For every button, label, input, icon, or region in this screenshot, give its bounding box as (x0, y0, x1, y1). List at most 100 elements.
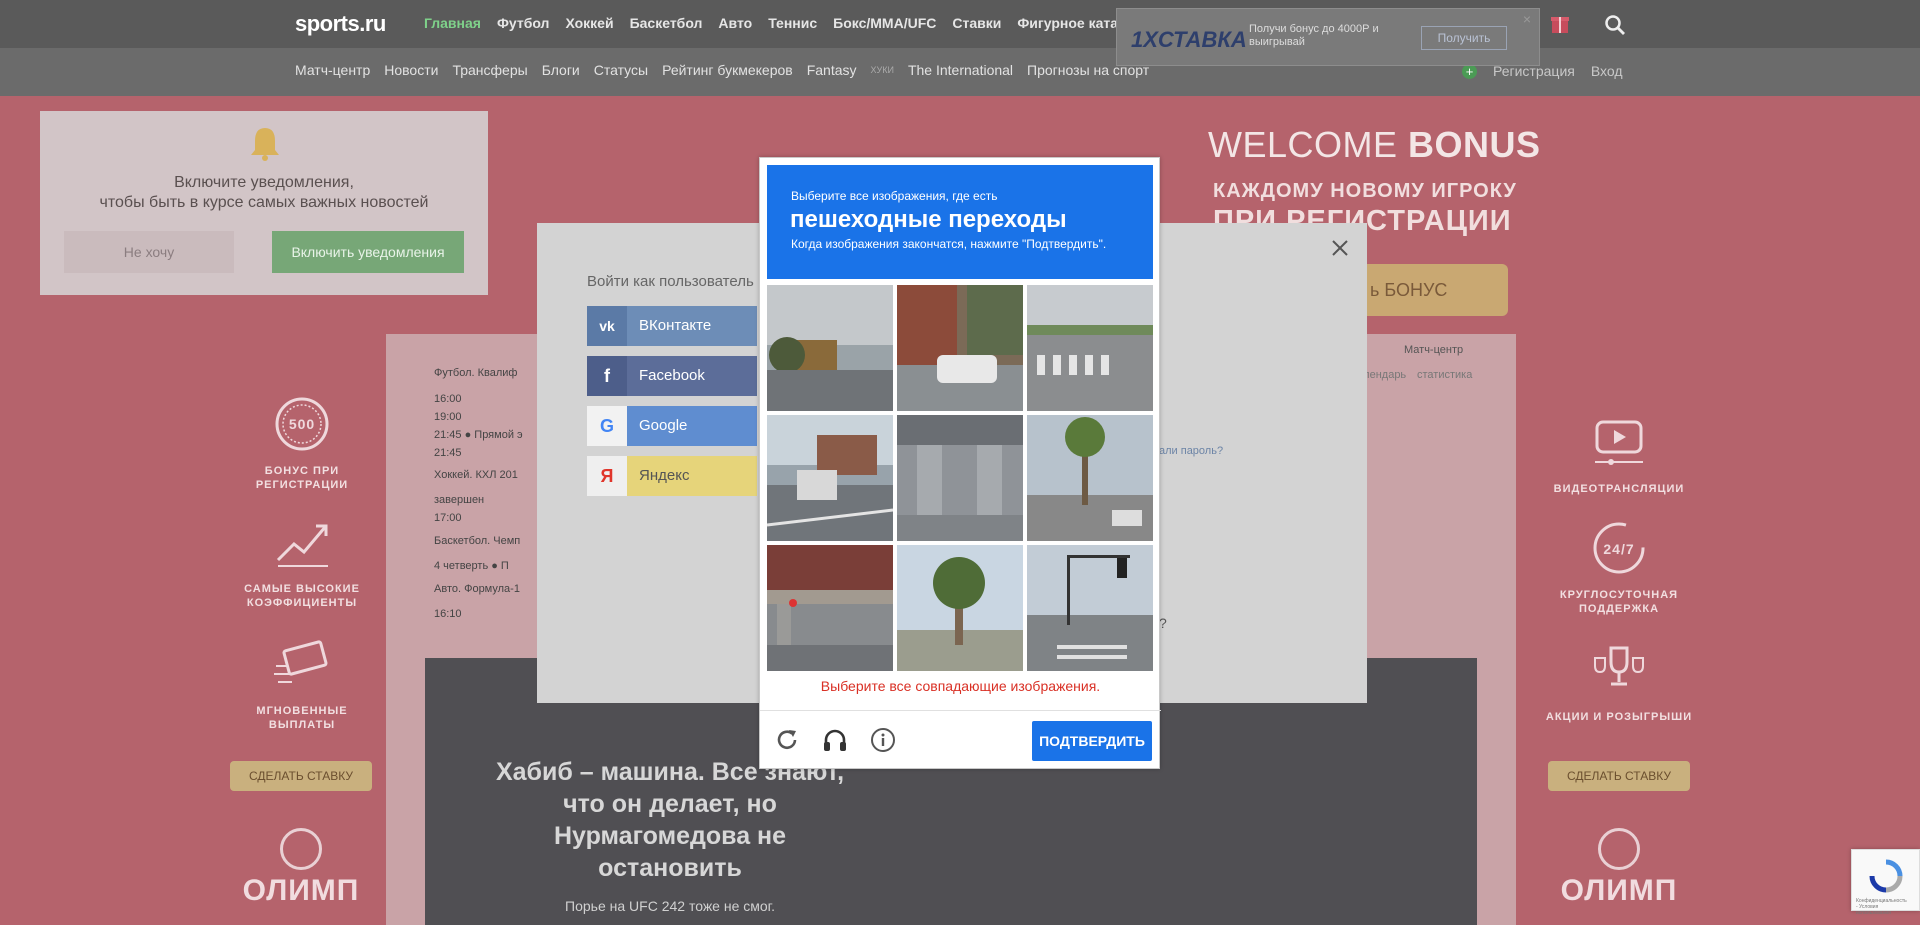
match-center-link[interactable]: Матч-центр (1404, 344, 1463, 356)
decline-notifications-button[interactable]: Не хочу (64, 231, 234, 273)
captcha-tile-4[interactable] (767, 415, 893, 541)
captcha-tile-8[interactable] (897, 545, 1023, 671)
login-google-button[interactable]: G Google (587, 406, 757, 446)
bonus-500-label: 500 (289, 416, 315, 432)
match-row[interactable]: 21:45 ● Прямой э (434, 429, 523, 441)
match-row[interactable]: Хоккей. КХЛ 201 (434, 469, 518, 481)
ad-close-icon[interactable]: × (1523, 11, 1531, 27)
captcha-tile-9[interactable] (1027, 545, 1153, 671)
captcha-tile-3[interactable] (1027, 285, 1153, 411)
recaptcha-badge[interactable]: Конфиденциальность - Условия использован… (1851, 849, 1920, 916)
subnav-item[interactable]: Матч-центр (295, 62, 370, 78)
recaptcha-badge-text: Конфиденциальность - Условия использован… (1856, 898, 1907, 916)
login-link[interactable]: Вход (1591, 63, 1623, 79)
match-row[interactable]: завершен (434, 494, 484, 506)
subnav-item[interactable]: Рейтинг букмекеров (662, 62, 793, 78)
welcome-bonus-heading: WELCOME BONUS (1208, 124, 1541, 165)
login-yandex-button[interactable]: Я Яндекс (587, 456, 757, 496)
nav-item[interactable]: Футбол (497, 15, 550, 31)
notification-message: Включите уведомления, чтобы быть в курсе… (99, 174, 429, 211)
match-row[interactable]: 17:00 (434, 512, 462, 524)
olimp-ring-icon (280, 828, 322, 870)
match-row[interactable]: Футбол. Квалиф (434, 367, 517, 379)
make-bet-button-left[interactable]: СДЕЛАТЬ СТАВКУ (230, 761, 372, 791)
nav-item[interactable]: Теннис (768, 15, 817, 31)
olimp-ring-icon (1598, 828, 1640, 870)
feature-label: МГНОВЕННЫЕ ВЫПЛАТЫ (256, 705, 348, 731)
yandex-icon: Я (587, 456, 627, 496)
captcha-tile-2[interactable] (897, 285, 1023, 411)
login-question: ? (1159, 615, 1167, 631)
enable-notifications-button[interactable]: Включить уведомления (272, 231, 464, 273)
nav-item[interactable]: Главная (424, 15, 481, 31)
cash-icon (274, 640, 328, 683)
clock-247-icon: 24/7 (1593, 522, 1645, 574)
hero-title[interactable]: Хабиб – машина. Все знают, что он делает… (490, 756, 850, 884)
forgot-password-link[interactable]: али пароль? (1159, 445, 1223, 457)
match-row[interactable]: 21:45 (434, 447, 462, 459)
nav-item[interactable]: Ставки (952, 15, 1001, 31)
captcha-footer: ПОДТВЕРДИТЬ (760, 710, 1161, 768)
login-vk-button[interactable]: vk ВКонтакте (587, 306, 757, 346)
nav-item[interactable]: Баскетбол (630, 15, 703, 31)
subnav-item[interactable]: Fantasy (807, 62, 857, 78)
nav-item[interactable]: Бокс/ММА/UFC (833, 15, 936, 31)
captcha-target: пешеходные переходы (790, 206, 1067, 233)
captcha-instructions: Выберите все изображения, где есть пешех… (767, 165, 1153, 279)
subnav-item[interactable]: Трансферы (452, 62, 527, 78)
bonus-500-icon: 500 (275, 397, 329, 451)
vk-label: ВКонтакте (639, 317, 712, 334)
subnav-item[interactable]: Статусы (594, 62, 648, 78)
trophy-icon (1594, 646, 1644, 686)
match-row[interactable]: Баскетбол. Чемп (434, 535, 520, 547)
subnav-item[interactable]: Блоги (542, 62, 580, 78)
sub-bar: Матч-центр Новости Трансферы Блоги Статусы Ре… (0, 48, 1920, 96)
captcha-tile-1[interactable] (767, 285, 893, 411)
info-icon[interactable] (870, 727, 896, 753)
clock-247-label: 24/7 (1603, 541, 1634, 557)
audio-headphones-icon[interactable] (822, 727, 848, 753)
login-title: Войти как пользователь (587, 273, 754, 290)
match-row[interactable]: 4 четверть ● П (434, 560, 509, 572)
captcha-tile-6[interactable] (1027, 415, 1153, 541)
ad-get-button[interactable]: Получить (1421, 26, 1507, 50)
feature-label: АКЦИИ И РОЗЫГРЫШИ (1545, 711, 1693, 723)
close-icon[interactable] (1327, 235, 1353, 261)
captcha-tile-7[interactable] (767, 545, 893, 671)
captcha-image-grid (767, 285, 1153, 671)
subnav-badge: ХУКИ (870, 65, 894, 75)
recaptcha-challenge: Выберите все изображения, где есть пешех… (759, 157, 1161, 769)
ad-text: Получи бонус до 4000Р и выигрывай (1249, 23, 1379, 48)
match-row[interactable]: Авто. Формула-1 (434, 583, 520, 595)
feature-label: КРУГЛОСУТОЧНАЯ ПОДДЕРЖКА (1559, 589, 1679, 615)
olimp-logo-right: ОЛИМП (1554, 828, 1684, 908)
match-row[interactable]: 19:00 (434, 411, 462, 423)
site-logo[interactable]: sports.ru (295, 11, 386, 37)
feature-label: САМЫЕ ВЫСОКИЕ КОЭФФИЦИЕНТЫ (244, 583, 360, 609)
google-label: Google (639, 417, 688, 434)
feature-promos: АКЦИИ И РОЗЫГРЫШИ (1544, 642, 1694, 724)
subnav-item[interactable]: The International (908, 62, 1013, 78)
login-facebook-button[interactable]: f Facebook (587, 356, 757, 396)
match-row[interactable]: 16:10 (434, 608, 462, 620)
sub-nav: Матч-центр Новости Трансферы Блоги Статусы Ре… (295, 62, 1149, 78)
facebook-icon: f (587, 356, 627, 396)
video-icon (1595, 420, 1643, 465)
gift-icon[interactable] (1550, 12, 1570, 34)
subnav-item[interactable]: Новости (384, 62, 438, 78)
search-icon[interactable] (1604, 14, 1626, 36)
recaptcha-logo-icon (1869, 859, 1903, 893)
feature-video: ВИДЕОТРАНСЛЯЦИИ (1544, 414, 1694, 496)
verify-button[interactable]: ПОДТВЕРДИТЬ (1032, 721, 1152, 761)
ad-banner[interactable]: 1XСТАВКА Получи бонус до 4000Р и выигрыв… (1116, 8, 1540, 66)
match-row[interactable]: 16:00 (434, 393, 462, 405)
nav-item[interactable]: Хоккей (565, 15, 613, 31)
captcha-tile-5[interactable] (897, 415, 1023, 541)
nav-item[interactable]: Авто (718, 15, 752, 31)
make-bet-button-right[interactable]: СДЕЛАТЬ СТАВКУ (1548, 761, 1690, 791)
top-bar: sports.ru Главная Футбол Хоккей Баскетбол Ав… (0, 0, 1920, 48)
reload-icon[interactable] (774, 727, 800, 753)
stats-link[interactable]: статистика (1417, 369, 1472, 381)
olimp-logo-left: ОЛИМП (236, 828, 366, 908)
chart-up-icon (276, 524, 328, 567)
